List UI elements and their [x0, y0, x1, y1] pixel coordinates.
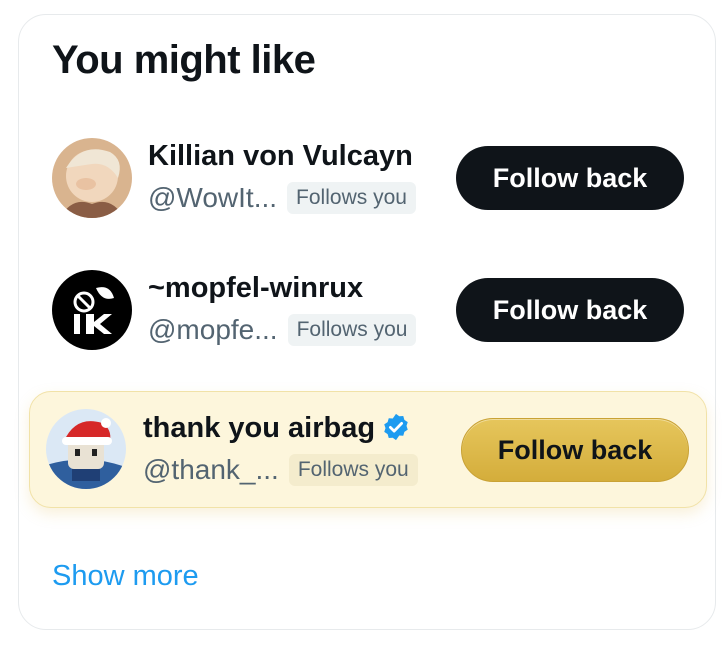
handle-line: @mopfe... Follows you: [148, 314, 417, 346]
handle-line: @WowIt... Follows you: [148, 182, 416, 214]
handle-line: @thank_... Follows you: [143, 454, 418, 486]
display-name[interactable]: thank you airbag: [143, 412, 411, 445]
verified-badge-icon: [384, 413, 408, 441]
follow-back-button[interactable]: Follow back: [456, 146, 684, 210]
user-handle[interactable]: @mopfe...: [148, 314, 278, 346]
follows-you-badge: Follows you: [287, 182, 416, 214]
follow-back-button[interactable]: Follow back: [461, 418, 689, 482]
user-handle[interactable]: @thank_...: [143, 454, 279, 486]
display-name[interactable]: ~mopfel-winrux: [148, 272, 363, 305]
avatar-santa-hat-icon: [46, 409, 126, 489]
avatar[interactable]: [52, 270, 132, 350]
list-item[interactable]: ~mopfel-winrux @mopfe... Follows you Fol…: [52, 262, 692, 362]
user-handle[interactable]: @WowIt...: [148, 182, 277, 214]
avatar-portrait-icon: [52, 138, 132, 218]
follow-back-button[interactable]: Follow back: [456, 278, 684, 342]
avatar[interactable]: [52, 138, 132, 218]
follows-you-badge: Follows you: [288, 454, 418, 486]
show-more-link[interactable]: Show more: [52, 560, 199, 593]
widget-title: You might like: [52, 38, 316, 82]
follows-you-badge: Follows you: [287, 314, 417, 346]
display-name[interactable]: Killian von Vulcayn: [148, 140, 413, 173]
avatar[interactable]: [46, 409, 126, 489]
list-item[interactable]: Killian von Vulcayn @WowIt... Follows yo…: [52, 130, 692, 230]
list-item-highlighted[interactable]: thank you airbag @thank_... Follows you …: [29, 391, 707, 508]
avatar-logo-icon: [52, 270, 132, 350]
